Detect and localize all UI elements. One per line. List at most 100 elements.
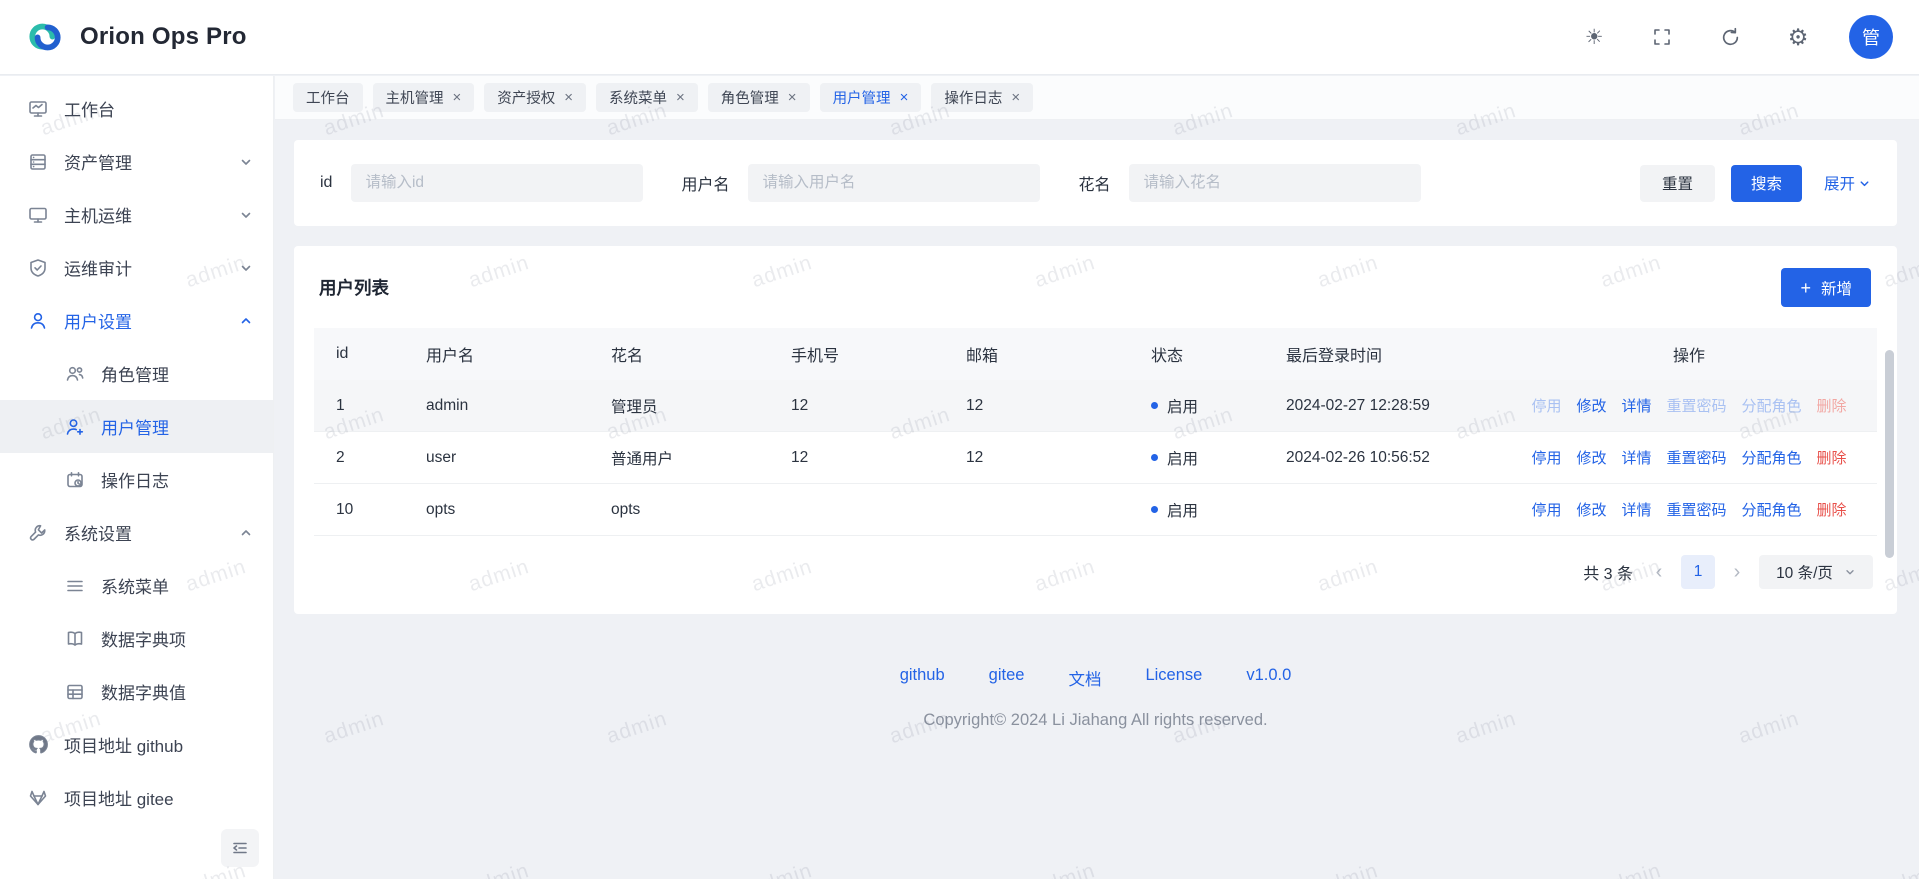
action-delete[interactable]: 删除: [1817, 447, 1847, 468]
tab-asset-authorization[interactable]: 资产授权 ×: [484, 83, 586, 112]
sidebar-item-user-management[interactable]: 用户管理: [0, 400, 273, 453]
expand-toggle[interactable]: 展开: [1824, 172, 1871, 194]
footer-link-github[interactable]: github: [900, 666, 945, 690]
action-disable[interactable]: 停用: [1531, 447, 1561, 468]
sidebar-item-label: 运维审计: [64, 255, 132, 280]
sidebar-item-label: 用户设置: [64, 308, 132, 333]
id-label: id: [320, 174, 332, 192]
search-button[interactable]: 搜索: [1731, 165, 1802, 202]
tab-system-menu[interactable]: 系统菜单 ×: [596, 83, 698, 112]
action-disable[interactable]: 停用: [1531, 499, 1561, 520]
refresh-icon[interactable]: [1713, 20, 1747, 54]
tab-operation-log[interactable]: 操作日志 ×: [931, 83, 1033, 112]
wrench-icon: [27, 522, 49, 544]
table-row: 1 admin 管理员 12 12 启用 2024-02-27 12:28:59…: [314, 380, 1877, 432]
tab-label: 主机管理: [386, 87, 444, 108]
action-assign-role[interactable]: 分配角色: [1742, 499, 1802, 520]
sidebar-item-host-ops[interactable]: 主机运维: [0, 188, 273, 241]
menu-lines-icon: [64, 575, 86, 597]
sidebar-item-workbench[interactable]: 工作台: [0, 82, 273, 135]
tab-label: 系统菜单: [609, 87, 667, 108]
sidebar-item-gitee[interactable]: 项目地址 gitee: [0, 771, 273, 824]
close-icon[interactable]: ×: [788, 90, 797, 105]
sidebar-item-label: 操作日志: [101, 467, 169, 492]
tab-label: 用户管理: [833, 87, 891, 108]
chevron-down-icon: [1844, 566, 1856, 578]
sidebar-item-system-settings[interactable]: 系统设置: [0, 506, 273, 559]
app-header: Orion Ops Pro ☀ ⚙ 管: [0, 0, 1919, 75]
page-number-1[interactable]: 1: [1681, 555, 1715, 589]
column-header-email: 邮箱: [966, 342, 1151, 366]
tab-label: 资产授权: [497, 87, 555, 108]
action-detail[interactable]: 详情: [1621, 395, 1651, 416]
sidebar-item-role-management[interactable]: 角色管理: [0, 347, 273, 400]
sidebar-item-github[interactable]: 项目地址 github: [0, 718, 273, 771]
table-scrollbar[interactable]: [1885, 350, 1894, 558]
close-icon[interactable]: ×: [453, 90, 462, 105]
prev-page-icon[interactable]: ‹: [1649, 562, 1669, 582]
column-header-phone: 手机号: [791, 342, 966, 366]
tab-host-management[interactable]: 主机管理 ×: [373, 83, 475, 112]
action-edit[interactable]: 修改: [1576, 447, 1606, 468]
status-dot-icon: [1151, 506, 1158, 513]
id-input[interactable]: [351, 164, 643, 202]
main-area: 工作台 主机管理 × 资产授权 × 系统菜单 × 角色管理 × 用户管理 × 操…: [275, 76, 1919, 879]
search-form: id 用户名 花名 重置 搜索 展开: [294, 140, 1897, 226]
fullscreen-icon[interactable]: [1645, 20, 1679, 54]
action-reset-password[interactable]: 重置密码: [1667, 447, 1727, 468]
nickname-input[interactable]: [1129, 164, 1421, 202]
close-icon[interactable]: ×: [900, 90, 909, 105]
action-edit[interactable]: 修改: [1576, 395, 1606, 416]
chevron-up-icon: [239, 314, 253, 328]
action-delete[interactable]: 删除: [1817, 499, 1847, 520]
sidebar-item-data-dict-item[interactable]: 数据字典项: [0, 612, 273, 665]
user-avatar[interactable]: 管: [1849, 15, 1893, 59]
action-assign-role[interactable]: 分配角色: [1742, 447, 1802, 468]
tab-user-management[interactable]: 用户管理 ×: [820, 83, 922, 112]
settings-gear-icon[interactable]: ⚙: [1781, 20, 1815, 54]
cell-username: admin: [426, 397, 611, 415]
theme-toggle-icon[interactable]: ☀: [1577, 20, 1611, 54]
action-edit[interactable]: 修改: [1576, 499, 1606, 520]
action-reset-password[interactable]: 重置密码: [1667, 499, 1727, 520]
tab-label: 工作台: [306, 87, 350, 108]
add-user-button[interactable]: + 新增: [1781, 268, 1871, 307]
sidebar-item-asset-management[interactable]: 资产管理: [0, 135, 273, 188]
tab-workbench[interactable]: 工作台: [293, 83, 363, 112]
next-page-icon[interactable]: ›: [1727, 562, 1747, 582]
sidebar-item-user-settings[interactable]: 用户设置: [0, 294, 273, 347]
status-dot-icon: [1151, 402, 1158, 409]
reset-button[interactable]: 重置: [1640, 165, 1715, 202]
page-size-value: 10 条/页: [1776, 561, 1833, 583]
username-input[interactable]: [748, 164, 1040, 202]
field-nickname: 花名: [1078, 164, 1421, 202]
status-badge: 启用: [1151, 395, 1286, 417]
cell-username: user: [426, 449, 611, 467]
footer-link-gitee[interactable]: gitee: [989, 666, 1025, 690]
cell-nickname: opts: [611, 501, 791, 519]
column-header-id: id: [336, 345, 426, 363]
user-icon: [27, 310, 49, 332]
sidebar-collapse-button[interactable]: [221, 829, 259, 867]
sidebar-item-system-menu[interactable]: 系统菜单: [0, 559, 273, 612]
host-monitor-icon: [27, 204, 49, 226]
sidebar-item-data-dict-value[interactable]: 数据字典值: [0, 665, 273, 718]
header-actions: ☀ ⚙ 管: [1577, 15, 1919, 59]
nickname-label: 花名: [1078, 171, 1110, 195]
action-detail[interactable]: 详情: [1621, 499, 1651, 520]
action-detail[interactable]: 详情: [1621, 447, 1651, 468]
sidebar-item-ops-audit[interactable]: 运维审计: [0, 241, 273, 294]
cell-id: 10: [336, 501, 426, 519]
close-icon[interactable]: ×: [676, 90, 685, 105]
tab-role-management[interactable]: 角色管理 ×: [708, 83, 810, 112]
close-icon[interactable]: ×: [1011, 90, 1020, 105]
footer-link-docs[interactable]: 文档: [1068, 666, 1101, 690]
footer-link-version[interactable]: v1.0.0: [1246, 666, 1291, 690]
footer-link-license[interactable]: License: [1145, 666, 1202, 690]
table-row: 2 user 普通用户 12 12 启用 2024-02-26 10:56:52…: [314, 432, 1877, 484]
cell-last-login: 2024-02-26 10:56:52: [1286, 449, 1501, 467]
page-size-select[interactable]: 10 条/页: [1759, 555, 1873, 589]
close-icon[interactable]: ×: [564, 90, 573, 105]
sidebar-item-operation-log[interactable]: 操作日志: [0, 453, 273, 506]
workbench-icon: [27, 98, 49, 120]
